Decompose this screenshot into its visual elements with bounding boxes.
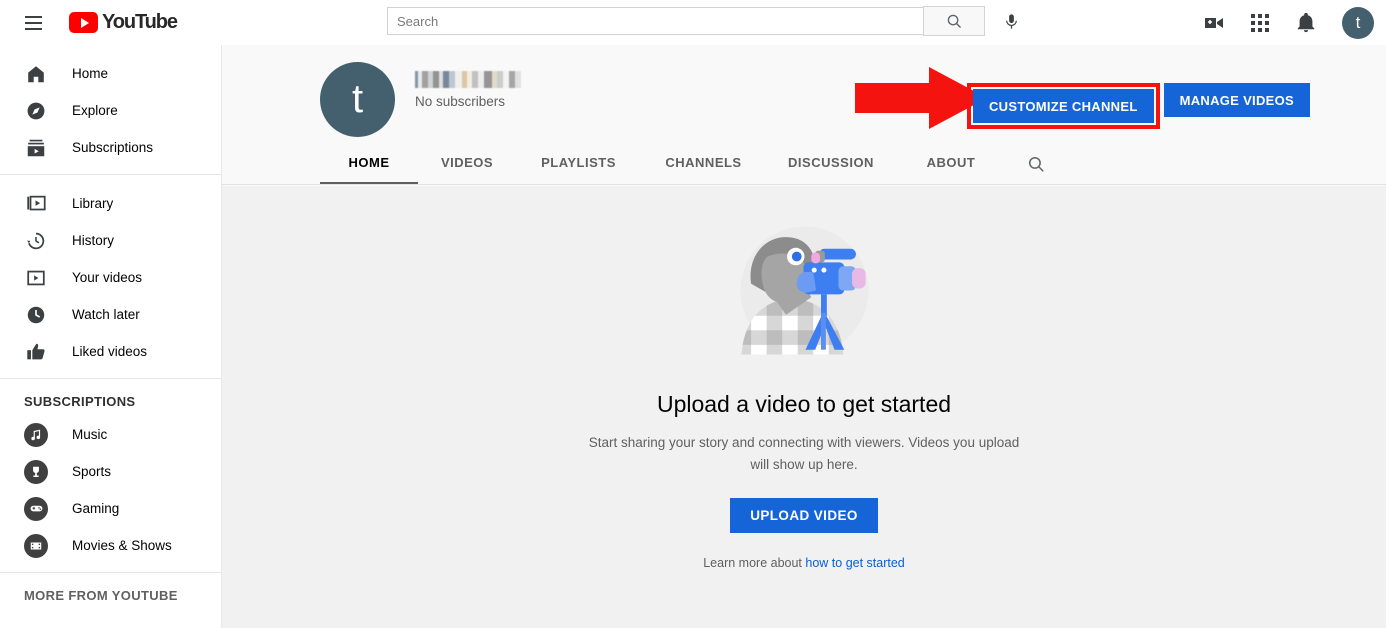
sidebar-library-group: Library History Your videos — [0, 175, 221, 378]
sidebar-item-library[interactable]: Library — [0, 185, 221, 222]
search-input[interactable] — [387, 7, 923, 35]
sidebar-item-label: History — [72, 233, 114, 248]
sidebar-item-watch-later[interactable]: Watch later — [0, 296, 221, 333]
channel-search-button[interactable] — [1006, 155, 1066, 184]
top-navigation-bar: YouTube — [0, 0, 1386, 45]
sidebar-item-liked-videos[interactable]: Liked videos — [0, 333, 221, 370]
sidebar-primary-group: Home Explore Subscriptions — [0, 45, 221, 174]
library-icon — [24, 192, 48, 216]
tab-discussion[interactable]: DISCUSSION — [766, 155, 896, 184]
subscriptions-icon — [24, 136, 48, 160]
tab-channels[interactable]: CHANNELS — [641, 155, 766, 184]
create-video-icon[interactable] — [1202, 11, 1226, 35]
sidebar-item-explore[interactable]: Explore — [0, 92, 221, 129]
sidebar-item-your-videos[interactable]: Your videos — [0, 259, 221, 296]
learn-more-text: Learn more about how to get started — [703, 556, 905, 570]
apps-grid-icon[interactable] — [1248, 11, 1272, 35]
sidebar-item-movies-shows[interactable]: Movies & Shows — [0, 527, 221, 564]
sidebar-item-history[interactable]: History — [0, 222, 221, 259]
empty-state-subtitle: Start sharing your story and connecting … — [579, 432, 1029, 476]
channel-page: t No subscribers CUSTOMIZE CHANNEL MANAG… — [222, 45, 1386, 628]
gaming-controller-icon — [24, 497, 48, 521]
avatar[interactable]: t — [1342, 7, 1374, 39]
sidebar-item-label: Movies & Shows — [72, 538, 172, 553]
search-bar — [387, 6, 1026, 36]
sidebar-item-label: Liked videos — [72, 344, 147, 359]
sidebar-subscriptions-group: SUBSCRIPTIONS Music Sports — [0, 379, 221, 564]
sidebar-item-gaming[interactable]: Gaming — [0, 490, 221, 527]
music-note-icon — [24, 423, 48, 447]
sidebar-item-home[interactable]: Home — [0, 55, 221, 92]
channel-avatar[interactable]: t — [320, 62, 395, 137]
sidebar: Home Explore Subscriptions — [0, 45, 222, 628]
customize-channel-highlight: CUSTOMIZE CHANNEL — [967, 83, 1160, 129]
channel-name-redacted — [415, 71, 521, 88]
search-icon — [946, 13, 963, 30]
tab-home[interactable]: HOME — [320, 155, 418, 184]
youtube-play-icon — [69, 12, 98, 33]
watch-later-clock-icon — [24, 303, 48, 327]
your-videos-icon — [24, 266, 48, 290]
bell-notification-icon[interactable] — [1294, 11, 1318, 35]
history-clock-icon — [24, 229, 48, 253]
sidebar-item-label: Home — [72, 66, 108, 81]
channel-action-buttons: CUSTOMIZE CHANNEL MANAGE VIDEOS — [967, 83, 1310, 129]
sidebar-item-label: Subscriptions — [72, 140, 153, 155]
search-submit-button[interactable] — [923, 6, 985, 36]
sidebar-section-header-subscriptions: SUBSCRIPTIONS — [0, 379, 221, 416]
sidebar-item-label: Gaming — [72, 501, 119, 516]
sidebar-item-sports[interactable]: Sports — [0, 453, 221, 490]
manage-videos-button[interactable]: MANAGE VIDEOS — [1164, 83, 1310, 117]
film-reel-icon — [24, 534, 48, 558]
person-with-video-camera-illustration — [722, 208, 887, 373]
voice-search-button[interactable] — [996, 6, 1026, 36]
sidebar-item-label: Explore — [72, 103, 118, 118]
search-icon — [1027, 155, 1046, 174]
sidebar-item-label: Your videos — [72, 270, 142, 285]
sidebar-section-header-more: MORE FROM YOUTUBE — [0, 573, 221, 610]
trophy-icon — [24, 460, 48, 484]
learn-more-prefix: Learn more about — [703, 556, 805, 570]
channel-meta: No subscribers — [415, 71, 521, 109]
sidebar-item-label: Library — [72, 196, 113, 211]
channel-tabs: HOME VIDEOS PLAYLISTS CHANNELS DISCUSSIO… — [320, 139, 1066, 184]
compass-explore-icon — [24, 99, 48, 123]
sidebar-item-music[interactable]: Music — [0, 416, 221, 453]
tab-about[interactable]: ABOUT — [896, 155, 1006, 184]
youtube-logo-text: YouTube — [102, 11, 177, 34]
microphone-icon — [1002, 12, 1021, 31]
sidebar-item-label: Sports — [72, 464, 111, 479]
how-to-get-started-link[interactable]: how to get started — [805, 556, 904, 570]
home-icon — [24, 62, 48, 86]
channel-header: t No subscribers CUSTOMIZE CHANNEL MANAG… — [222, 45, 1386, 185]
sidebar-item-label: Music — [72, 427, 107, 442]
tab-videos[interactable]: VIDEOS — [418, 155, 516, 184]
top-right-actions: t — [1202, 0, 1374, 45]
sidebar-item-subscriptions[interactable]: Subscriptions — [0, 129, 221, 166]
upload-video-button[interactable]: UPLOAD VIDEO — [730, 498, 878, 533]
channel-subscriber-count: No subscribers — [415, 94, 521, 109]
empty-state-title: Upload a video to get started — [657, 391, 951, 418]
sidebar-item-label: Watch later — [72, 307, 140, 322]
hamburger-menu-icon[interactable] — [13, 3, 53, 43]
empty-state: Upload a video to get started Start shar… — [222, 186, 1386, 628]
tab-playlists[interactable]: PLAYLISTS — [516, 155, 641, 184]
customize-channel-button[interactable]: CUSTOMIZE CHANNEL — [973, 89, 1154, 123]
thumbs-up-icon — [24, 340, 48, 364]
youtube-logo[interactable]: YouTube — [69, 11, 177, 34]
